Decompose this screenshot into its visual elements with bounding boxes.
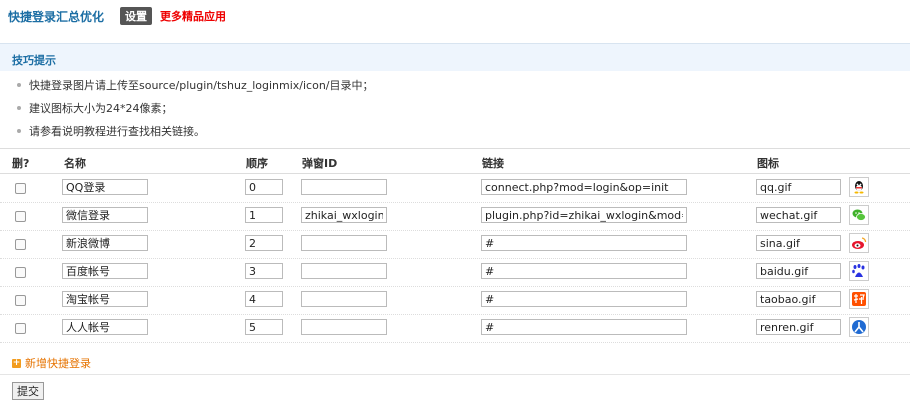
order-input[interactable] [245, 319, 283, 335]
delete-checkbox[interactable] [15, 183, 26, 194]
tip-text: 建议图标大小为24*24像素； [29, 102, 173, 115]
icon-file-input[interactable] [756, 263, 841, 279]
icon-file-input[interactable] [756, 291, 841, 307]
header-name: 名称 [64, 157, 86, 170]
bullet-icon [17, 129, 21, 133]
plus-icon: + [12, 357, 21, 368]
add-quick-login-label: 新增快捷登录 [25, 357, 91, 370]
header-delete: 删? [12, 157, 30, 170]
popup-id-input[interactable] [301, 319, 387, 335]
link-input[interactable] [481, 179, 687, 195]
link-input[interactable] [481, 291, 687, 307]
divider [0, 374, 910, 375]
add-quick-login-link[interactable]: + 新增快捷登录 [12, 355, 91, 371]
tip-item: 请参看说明教程进行查找相关链接。 [17, 123, 205, 139]
table-row [0, 202, 910, 231]
icon-file-input[interactable] [756, 207, 841, 223]
table-header: 删? 名称 顺序 弹窗ID 链接 图标 [0, 148, 910, 174]
order-input[interactable] [245, 291, 283, 307]
icon-file-input[interactable] [756, 235, 841, 251]
header-link: 链接 [482, 157, 504, 170]
table-row [0, 286, 910, 315]
order-input[interactable] [245, 207, 283, 223]
delete-checkbox[interactable] [15, 295, 26, 306]
tips-title: 技巧提示 [12, 54, 56, 67]
name-input[interactable] [62, 291, 148, 307]
popup-id-input[interactable] [301, 207, 387, 223]
table-row [0, 314, 910, 343]
more-apps-link[interactable]: 更多精品应用 [160, 8, 226, 24]
popup-id-input[interactable] [301, 179, 387, 195]
delete-checkbox[interactable] [15, 323, 26, 334]
link-input[interactable] [481, 207, 687, 223]
page-title: 快捷登录汇总优化 [8, 9, 105, 24]
name-input[interactable] [62, 235, 148, 251]
name-input[interactable] [62, 263, 148, 279]
icon-file-input[interactable] [756, 179, 841, 195]
popup-id-input[interactable] [301, 235, 387, 251]
tip-text: 请参看说明教程进行查找相关链接。 [29, 125, 205, 138]
link-input[interactable] [481, 319, 687, 335]
order-input[interactable] [245, 235, 283, 251]
table-row [0, 174, 910, 203]
link-input[interactable] [481, 235, 687, 251]
table-row [0, 230, 910, 259]
title-bar: 快捷登录汇总优化 设置 更多精品应用 [8, 6, 226, 26]
delete-checkbox[interactable] [15, 267, 26, 278]
tip-item: 建议图标大小为24*24像素； [17, 100, 173, 116]
icon-file-input[interactable] [756, 319, 841, 335]
bullet-icon [17, 106, 21, 110]
delete-checkbox[interactable] [15, 239, 26, 250]
tips-header: 技巧提示 [0, 43, 910, 71]
popup-id-input[interactable] [301, 291, 387, 307]
table-row [0, 258, 910, 287]
submit-button[interactable]: 提交 [12, 382, 44, 400]
bullet-icon [17, 83, 21, 87]
header-icon: 图标 [757, 157, 779, 170]
tip-text: 快捷登录图片请上传至source/plugin/tshuz_loginmix/i… [29, 79, 374, 92]
name-input[interactable] [62, 207, 148, 223]
baidu-icon [849, 261, 869, 281]
taobao-icon [849, 289, 869, 309]
popup-id-input[interactable] [301, 263, 387, 279]
header-order: 顺序 [246, 157, 268, 170]
wechat-icon [849, 205, 869, 225]
renren-icon [849, 317, 869, 337]
weibo-icon [849, 233, 869, 253]
qq-icon [849, 177, 869, 197]
tip-item: 快捷登录图片请上传至source/plugin/tshuz_loginmix/i… [17, 77, 374, 93]
order-input[interactable] [245, 263, 283, 279]
name-input[interactable] [62, 319, 148, 335]
settings-button[interactable]: 设置 [120, 7, 153, 25]
link-input[interactable] [481, 263, 687, 279]
name-input[interactable] [62, 179, 148, 195]
header-popup-id: 弹窗ID [302, 157, 338, 170]
delete-checkbox[interactable] [15, 211, 26, 222]
order-input[interactable] [245, 179, 283, 195]
